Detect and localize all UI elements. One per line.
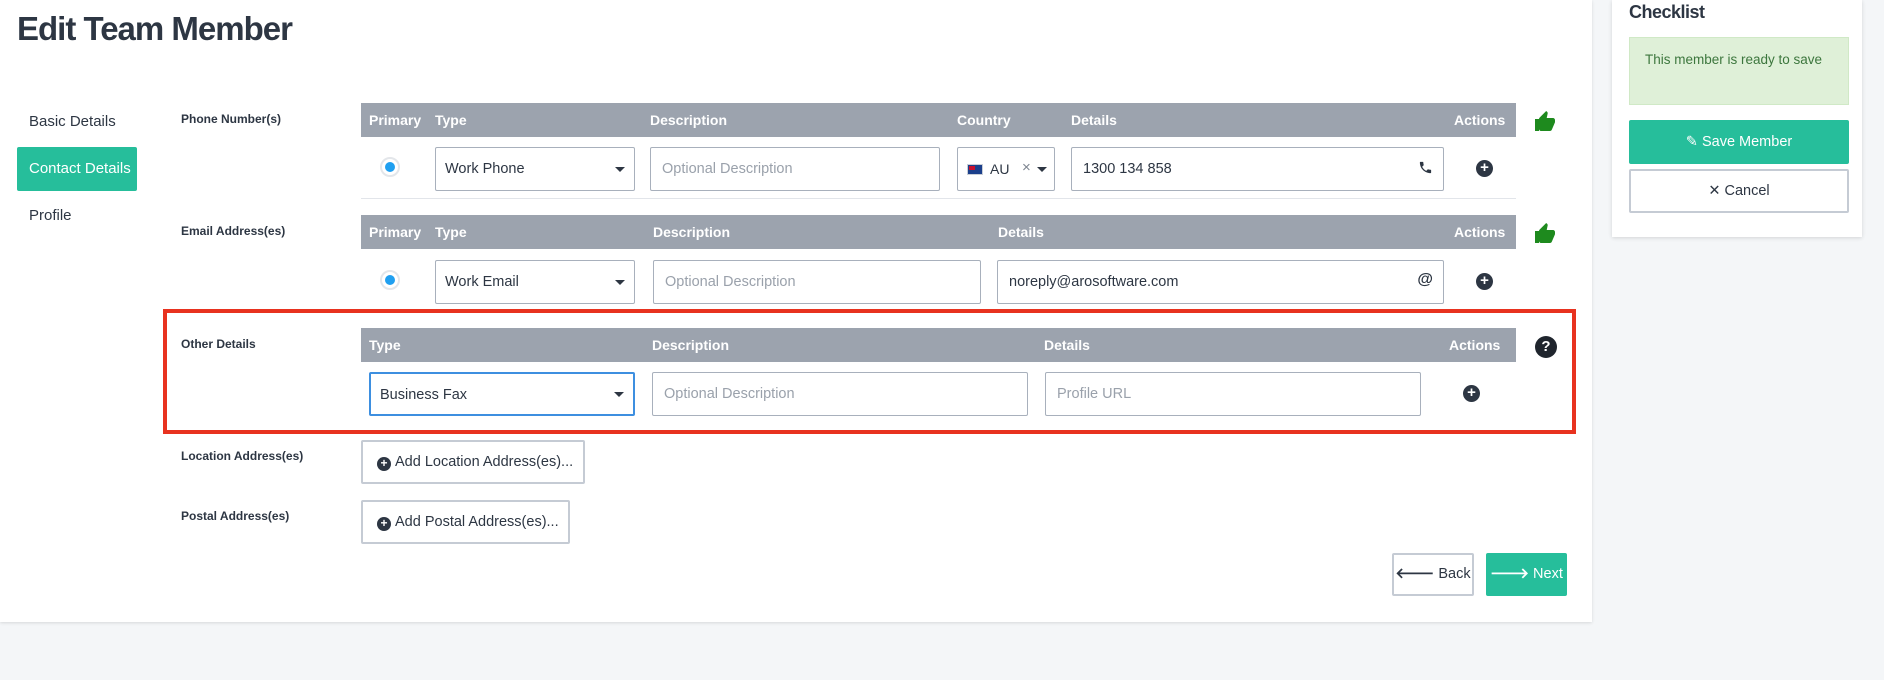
nav-item-profile[interactable]: Profile [17, 194, 137, 238]
phone-section-label: Phone Number(s) [181, 112, 282, 126]
clear-icon[interactable]: × [1022, 159, 1031, 176]
email-header-details: Details [998, 224, 1044, 240]
nav-item-basic-details[interactable]: Basic Details [17, 100, 137, 144]
thumbs-up-icon [1535, 111, 1555, 131]
email-header-actions: Actions [1454, 224, 1506, 240]
phone-header-details: Details [1071, 112, 1117, 128]
add-postal-label: Add Postal Address(es)... [395, 514, 559, 530]
chevron-down-icon [614, 392, 624, 397]
other-header-details: Details [1044, 337, 1090, 353]
add-postal-button[interactable]: + Add Postal Address(es)... [361, 500, 570, 544]
page-title: Edit Team Member [17, 10, 293, 47]
at-icon: @ [1417, 271, 1433, 288]
other-details-input[interactable] [1045, 372, 1421, 416]
phone-header-type: Type [435, 112, 467, 128]
email-type-value: Work Email [445, 274, 519, 290]
phone-table-header: Primary Type Description Country Details… [361, 103, 1516, 137]
arrow-left-icon: 🡐 [1395, 566, 1435, 582]
main-card: Edit Team Member Basic Details Contact D… [0, 0, 1592, 622]
other-description-input[interactable] [652, 372, 1028, 416]
chevron-down-icon [615, 280, 625, 285]
phone-icon [1419, 161, 1432, 174]
help-icon[interactable]: ? [1535, 336, 1557, 358]
add-location-button[interactable]: + Add Location Address(es)... [361, 440, 585, 484]
other-header-description: Description [652, 337, 730, 353]
other-type-value: Business Fax [380, 387, 468, 403]
pencil-icon: ✎ [1685, 134, 1698, 150]
email-header-primary: Primary [369, 224, 422, 240]
nav-item-contact-details[interactable]: Contact Details [17, 147, 137, 191]
email-section-label: Email Address(es) [181, 224, 286, 238]
chevron-down-icon [1037, 167, 1047, 172]
back-button[interactable]: 🡐 Back [1392, 553, 1474, 596]
other-type-select[interactable]: Business Fax [369, 372, 635, 416]
email-header-type: Type [435, 224, 467, 240]
other-section-label: Other Details [181, 337, 256, 351]
phone-description-input[interactable] [650, 147, 940, 191]
email-details-input[interactable] [997, 260, 1444, 304]
arrow-right-icon: 🡒 [1490, 566, 1530, 582]
email-description-input[interactable] [653, 260, 981, 304]
other-header-type: Type [369, 337, 401, 353]
phone-type-value: Work Phone [445, 161, 525, 177]
save-member-label: Save Member [1701, 134, 1793, 150]
other-header-actions: Actions [1449, 337, 1501, 353]
next-button[interactable]: 🡒 Next [1486, 553, 1567, 596]
cancel-label: Cancel [1724, 183, 1770, 199]
close-icon: ✕ [1708, 183, 1721, 199]
back-label: Back [1438, 566, 1471, 582]
phone-country-code: AU [990, 161, 1010, 177]
email-details-field: @ [997, 260, 1444, 304]
save-member-button[interactable]: ✎ Save Member [1629, 120, 1849, 164]
plus-circle-icon: + [377, 457, 391, 471]
email-type-select[interactable]: Work Email [435, 260, 635, 304]
postal-section-label: Postal Address(es) [181, 509, 290, 523]
ready-status-alert: This member is ready to save [1629, 37, 1849, 105]
phone-type-select[interactable]: Work Phone [435, 147, 635, 191]
checklist-panel: Checklist This member is ready to save ✎… [1612, 0, 1862, 237]
phone-header-country: Country [957, 112, 1011, 128]
australia-flag-icon [967, 164, 983, 175]
phone-details-field [1071, 147, 1444, 191]
add-location-label: Add Location Address(es)... [395, 454, 574, 470]
phone-primary-radio[interactable] [380, 157, 400, 177]
phone-header-actions: Actions [1454, 112, 1506, 128]
add-phone-button[interactable]: + [1476, 160, 1493, 177]
phone-details-input[interactable] [1071, 147, 1444, 191]
phone-header-primary: Primary [369, 112, 422, 128]
checklist-title: Checklist [1629, 2, 1705, 22]
thumbs-up-icon [1535, 223, 1555, 243]
location-section-label: Location Address(es) [181, 449, 304, 463]
phone-country-select[interactable]: AU × [957, 147, 1055, 191]
add-other-button[interactable]: + [1463, 385, 1480, 402]
other-table-header: Type Description Details Actions [361, 328, 1516, 362]
next-label: Next [1533, 566, 1563, 582]
cancel-button[interactable]: ✕ Cancel [1629, 169, 1849, 213]
divider [361, 198, 1516, 199]
email-table-header: Primary Type Description Details Actions [361, 215, 1516, 249]
side-nav: Basic Details Contact Details Profile [17, 100, 137, 241]
phone-header-description: Description [650, 112, 728, 128]
plus-circle-icon: + [377, 517, 391, 531]
add-email-button[interactable]: + [1476, 273, 1493, 290]
chevron-down-icon [615, 167, 625, 172]
email-primary-radio[interactable] [380, 270, 400, 290]
email-header-description: Description [653, 224, 731, 240]
